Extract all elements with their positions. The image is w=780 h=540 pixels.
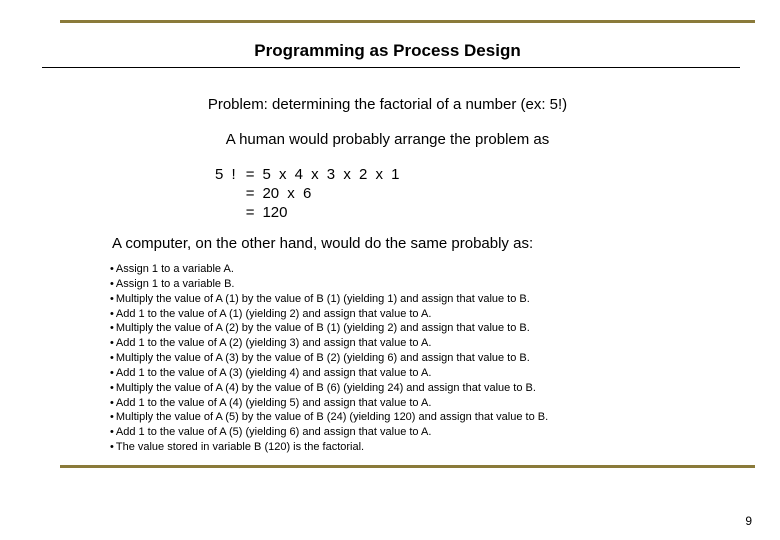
bottom-rule	[60, 465, 755, 468]
computer-intro: A computer, on the other hand, would do …	[112, 235, 755, 252]
top-rule	[60, 20, 755, 23]
equation-block: 5 ! = 5 x 4 x 3 x 2 x 1 = 20 x 6 = 120	[215, 166, 400, 221]
list-item: Add 1 to the value of A (4) (yielding 5)…	[110, 396, 755, 411]
page-title: Programming as Process Design	[20, 41, 755, 61]
list-item: Assign 1 to a variable B.	[110, 277, 755, 292]
list-item: Assign 1 to a variable A.	[110, 262, 755, 277]
list-item: Add 1 to the value of A (2) (yielding 3)…	[110, 336, 755, 351]
eq-equals: =	[246, 204, 255, 221]
list-item: Add 1 to the value of A (5) (yielding 6)…	[110, 425, 755, 440]
eq-equals: =	[246, 166, 255, 183]
list-item: Multiply the value of A (5) by the value…	[110, 410, 755, 425]
page-number: 9	[745, 514, 752, 528]
eq-right: 5 x 4 x 3 x 2 x 1	[262, 166, 399, 183]
title-underline	[42, 67, 740, 68]
human-intro: A human would probably arrange the probl…	[20, 131, 755, 148]
step-list: Assign 1 to a variable A. Assign 1 to a …	[110, 262, 755, 455]
eq-left	[215, 204, 238, 221]
eq-equals: =	[246, 185, 255, 202]
list-item: Multiply the value of A (3) by the value…	[110, 351, 755, 366]
list-item: Multiply the value of A (1) by the value…	[110, 292, 755, 307]
eq-right: 20 x 6	[262, 185, 399, 202]
list-item: The value stored in variable B (120) is …	[110, 440, 755, 455]
eq-left	[215, 185, 238, 202]
eq-right: 120	[262, 204, 399, 221]
list-item: Add 1 to the value of A (3) (yielding 4)…	[110, 366, 755, 381]
list-item: Multiply the value of A (2) by the value…	[110, 321, 755, 336]
list-item: Add 1 to the value of A (1) (yielding 2)…	[110, 307, 755, 322]
problem-statement: Problem: determining the factorial of a …	[20, 96, 755, 113]
list-item: Multiply the value of A (4) by the value…	[110, 381, 755, 396]
eq-left: 5 !	[215, 166, 238, 183]
